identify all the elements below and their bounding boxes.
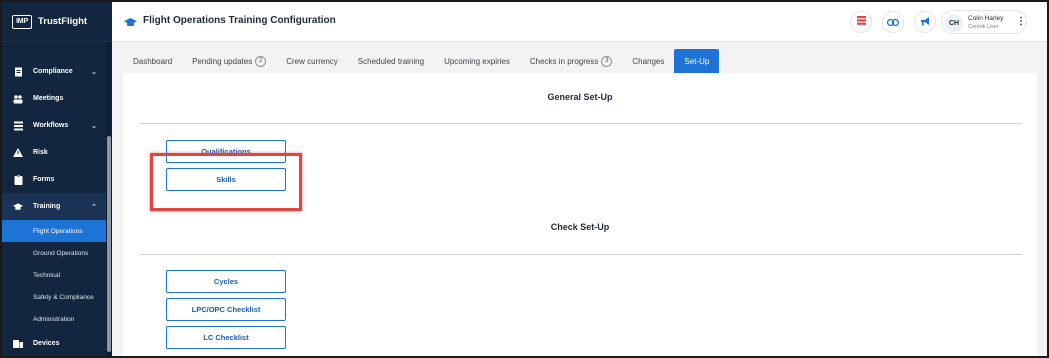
list-icon — [13, 121, 23, 131]
user-name: Colin Harley — [968, 15, 1004, 22]
chevron-down-icon: ⌄ — [91, 68, 97, 76]
avatar: CH — [945, 14, 963, 32]
app-window: IMP TrustFlight Compliance ⌄ Meetings Wo… — [2, 2, 1047, 356]
tab-label: Crew currency — [286, 56, 338, 66]
more-vertical-icon[interactable]: ⋮ — [1016, 16, 1026, 28]
sidebar-item-label: Training — [33, 203, 61, 210]
tab-pending-updates[interactable]: Pending updates 2 — [182, 49, 276, 73]
sidebar-item-compliance[interactable]: Compliance ⌄ — [2, 58, 106, 85]
tab-label: Checks in progress — [529, 56, 599, 66]
sidebar-item-risk[interactable]: Risk — [2, 139, 106, 166]
chevron-down-icon: ⌄ — [91, 122, 97, 130]
graduation-cap-icon — [124, 15, 137, 33]
count-badge: 2 — [255, 55, 267, 67]
sidebar-item-label: Risk — [33, 149, 48, 156]
megaphone-icon — [920, 13, 930, 31]
document-icon — [13, 67, 23, 77]
user-menu[interactable]: CH Colin Harley Centrik User ⋮ — [941, 10, 1027, 34]
sidebar-item-label: Compliance — [33, 68, 73, 75]
sidebar-scrollbar-thumb[interactable] — [107, 136, 111, 352]
divider — [139, 123, 1022, 124]
announcements-button[interactable] — [914, 11, 936, 33]
devices-icon — [13, 339, 23, 349]
page-title: Flight Operations Training Configuration — [143, 15, 336, 26]
tab-label: Pending updates — [192, 56, 253, 66]
brand-name: TrustFlight — [38, 16, 88, 27]
chevron-up-icon: ⌃ — [91, 203, 97, 211]
tab-checks-in-progress[interactable]: Checks in progress 3 — [520, 49, 622, 73]
sidebar-item-workflows[interactable]: Workflows ⌄ — [2, 112, 106, 139]
sidebar-item-meetings[interactable]: Meetings — [2, 85, 106, 112]
sidebar-subitem-administration[interactable]: Administration — [2, 308, 106, 330]
sidebar-item-training[interactable]: Training ⌃ — [2, 193, 106, 220]
brand-logo: IMP — [12, 14, 32, 29]
tab-bar: Dashboard Pending updates 2 Crew currency… — [123, 49, 720, 73]
count-badge: 3 — [601, 55, 613, 67]
sidebar-item-label: Devices — [33, 340, 60, 347]
tab-label: Scheduled training — [357, 56, 425, 66]
links-button[interactable] — [882, 11, 904, 33]
setup-panel: General Set-Up Qualifications Skills Che… — [123, 73, 1037, 356]
lpc-opc-checklist-button[interactable]: LPC/OPC Checklist — [166, 298, 286, 321]
people-icon — [13, 94, 23, 104]
brand[interactable]: IMP TrustFlight — [2, 2, 112, 42]
section-title-general-setup: General Set-Up — [547, 92, 613, 102]
sidebar-item-label: Forms — [33, 176, 55, 183]
link-icon — [886, 13, 900, 31]
tab-label: Dashboard — [133, 56, 173, 66]
tab-label: Upcoming expiries — [444, 56, 510, 66]
sidebar-subitem-technical[interactable]: Technical — [2, 264, 106, 286]
tab-changes[interactable]: Changes — [622, 49, 674, 73]
cycles-button[interactable]: Cycles — [166, 270, 286, 293]
sidebar-item-devices[interactable]: Devices — [2, 330, 106, 356]
sidebar: IMP TrustFlight Compliance ⌄ Meetings Wo… — [2, 2, 112, 356]
tab-label: Changes — [632, 56, 665, 66]
warning-icon — [13, 148, 23, 158]
notifications-button[interactable] — [850, 11, 872, 33]
sidebar-nav: Compliance ⌄ Meetings Workflows ⌄ Risk F… — [2, 58, 106, 356]
tab-label: Set-Up — [684, 56, 710, 66]
tab-upcoming-expiries[interactable]: Upcoming expiries — [434, 49, 520, 73]
sidebar-item-label: Meetings — [33, 95, 64, 102]
graduation-cap-icon — [13, 202, 23, 212]
tab-set-up[interactable]: Set-Up — [674, 49, 720, 73]
sidebar-item-forms[interactable]: Forms — [2, 166, 106, 193]
tab-crew-currency[interactable]: Crew currency — [276, 49, 348, 73]
tab-dashboard[interactable]: Dashboard — [123, 49, 182, 73]
sidebar-item-label: Workflows — [33, 122, 69, 129]
clipboard-icon — [13, 174, 23, 185]
section-title-check-setup: Check Set-Up — [550, 222, 610, 232]
sidebar-subitem-flight-operations[interactable]: Flight Operations — [2, 220, 106, 242]
stack-icon — [856, 13, 866, 31]
qualifications-button[interactable]: Qualifications — [166, 140, 286, 163]
page-header: Flight Operations Training Configuration… — [112, 2, 1047, 42]
sidebar-subitem-safety-compliance[interactable]: Safety & Compliance — [2, 286, 106, 308]
sidebar-subitem-ground-operations[interactable]: Ground Operations — [2, 242, 106, 264]
divider — [139, 254, 1022, 255]
skills-button[interactable]: Skills — [166, 168, 286, 191]
user-role: Centrik User — [968, 24, 999, 30]
tab-scheduled-training[interactable]: Scheduled training — [348, 49, 434, 73]
lc-checklist-button[interactable]: LC Checklist — [166, 326, 286, 349]
